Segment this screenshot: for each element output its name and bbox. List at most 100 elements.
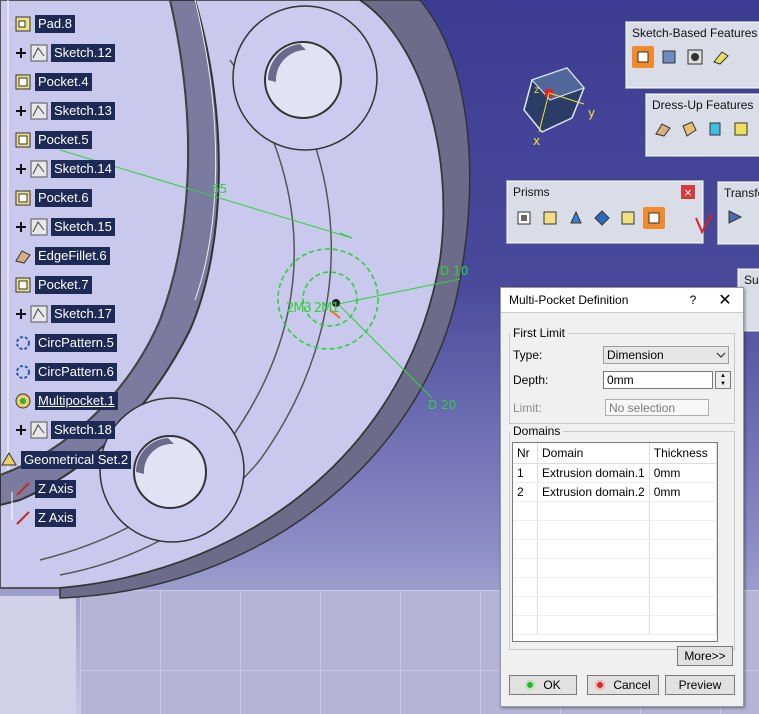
translation-icon[interactable] bbox=[724, 206, 746, 228]
circpattern-icon bbox=[14, 334, 32, 352]
rib-icon[interactable] bbox=[710, 46, 732, 68]
more-button[interactable]: More>> bbox=[677, 646, 733, 666]
domains-header-row: Nr Domain Thickness bbox=[513, 443, 718, 464]
shaft-icon[interactable] bbox=[658, 46, 680, 68]
tree-node[interactable]: Multipocket.1 bbox=[14, 391, 118, 411]
expand-icon[interactable] bbox=[16, 164, 26, 174]
tree-node-label: Sketch.12 bbox=[51, 44, 115, 62]
first-limit-legend: First Limit bbox=[513, 326, 565, 340]
checkmark-annotation-icon bbox=[695, 213, 713, 235]
expand-icon[interactable] bbox=[16, 222, 26, 232]
tree-node[interactable]: Sketch.12 bbox=[16, 43, 115, 63]
hole-icon[interactable] bbox=[684, 46, 706, 68]
expand-icon[interactable] bbox=[16, 309, 26, 319]
tree-node[interactable]: Sketch.18 bbox=[16, 420, 115, 440]
row-domain: Extrusion domain.2 bbox=[537, 482, 650, 502]
depth-label: Depth: bbox=[513, 373, 549, 387]
toolbar-title: Transfo bbox=[724, 186, 759, 200]
ok-button[interactable]: OK bbox=[509, 675, 577, 695]
depth-input[interactable]: 0mm bbox=[603, 371, 713, 389]
drafted-filleted-icon[interactable] bbox=[565, 207, 587, 229]
compass-widget[interactable] bbox=[512, 60, 622, 150]
cancel-button[interactable]: Cancel bbox=[587, 675, 659, 695]
tree-node[interactable]: Pocket.7 bbox=[14, 275, 92, 295]
tree-node[interactable]: Z Axis bbox=[14, 508, 77, 528]
row-domain: Extrusion domain.1 bbox=[537, 463, 650, 483]
domains-table[interactable]: Nr Domain Thickness 1 Extrusion domain.1… bbox=[512, 442, 718, 642]
dialog-titlebar[interactable]: Multi-Pocket Definition ? ✕ bbox=[501, 288, 743, 313]
preview-button[interactable]: Preview bbox=[665, 675, 735, 695]
draft-icon[interactable] bbox=[704, 118, 726, 140]
expand-icon[interactable] bbox=[16, 106, 26, 116]
row-thickness[interactable]: 0mm bbox=[649, 482, 718, 502]
tree-node[interactable]: Sketch.15 bbox=[16, 217, 115, 237]
shell-icon[interactable] bbox=[730, 118, 752, 140]
col-nr[interactable]: Nr bbox=[513, 443, 538, 464]
tree-node-label: Z Axis bbox=[35, 509, 77, 527]
multi-pocket-icon[interactable] bbox=[643, 207, 665, 229]
pad-icon[interactable] bbox=[632, 46, 654, 68]
edge-fillet-icon[interactable] bbox=[652, 118, 674, 140]
specification-tree[interactable]: Pad.8 Sketch.12 Pocket.4 Sketch.13 Pocket.5 S… bbox=[0, 0, 220, 540]
tree-node[interactable]: Pocket.5 bbox=[14, 130, 92, 150]
tree-node-label: Sketch.15 bbox=[51, 218, 115, 236]
sketch-icon bbox=[30, 305, 48, 323]
axis-line-icon bbox=[14, 509, 32, 527]
tree-node[interactable]: CircPattern.5 bbox=[14, 333, 117, 353]
pocket-icon[interactable] bbox=[513, 207, 535, 229]
toolbar-title: Dress-Up Features bbox=[652, 98, 754, 112]
col-domain[interactable]: Domain bbox=[537, 443, 650, 464]
tree-node[interactable]: Z Axis bbox=[14, 479, 77, 499]
multi-pocket-definition-dialog[interactable]: Multi-Pocket Definition ? ✕ First Limit … bbox=[500, 287, 744, 707]
expand-icon[interactable] bbox=[16, 425, 26, 435]
row-thickness[interactable]: 0mm bbox=[649, 463, 718, 483]
table-row[interactable]: 2 Extrusion domain.2 0mm bbox=[513, 482, 718, 502]
toolbar-transformation-features[interactable]: Transfo bbox=[717, 181, 759, 245]
spin-down-icon[interactable]: ▼ bbox=[720, 381, 726, 387]
type-dropdown[interactable]: Dimension bbox=[603, 346, 729, 364]
multi-pad-icon[interactable] bbox=[617, 207, 639, 229]
limit-label: Limit: bbox=[513, 400, 542, 415]
3d-viewport[interactable]: D 10 D 20 55 2M3 2M1 y x z Pad.8 Sketch.1… bbox=[0, 0, 759, 714]
expand-icon[interactable] bbox=[16, 48, 26, 58]
col-thickness[interactable]: Thickness bbox=[649, 443, 718, 464]
spin-up-icon[interactable]: ▲ bbox=[720, 373, 726, 379]
chamfer-icon[interactable] bbox=[678, 118, 700, 140]
ok-icon bbox=[525, 680, 536, 690]
sketch-constraint-label: 2M3 2M1 bbox=[286, 301, 340, 316]
tree-node-label: Multipocket.1 bbox=[35, 392, 118, 410]
cancel-label: Cancel bbox=[613, 678, 651, 692]
sketch-icon bbox=[30, 44, 48, 62]
toolbar-sketch-based-features[interactable]: Sketch-Based Features bbox=[625, 21, 759, 89]
help-button[interactable]: ? bbox=[679, 293, 707, 307]
close-button[interactable]: ✕ bbox=[707, 290, 743, 310]
sketch-icon bbox=[30, 102, 48, 120]
tree-node-label: CircPattern.6 bbox=[35, 363, 117, 381]
tree-node[interactable]: Sketch.17 bbox=[16, 304, 115, 324]
tree-node-label: Pocket.4 bbox=[35, 73, 92, 91]
drafted-pocket-icon[interactable] bbox=[539, 207, 561, 229]
tree-node[interactable]: Pocket.6 bbox=[14, 188, 92, 208]
tree-node[interactable]: Pocket.4 bbox=[14, 72, 92, 92]
depth-spinner[interactable]: ▲ ▼ bbox=[715, 371, 731, 389]
row-nr: 1 bbox=[513, 463, 538, 483]
tree-node[interactable]: Sketch.13 bbox=[16, 101, 115, 121]
tree-node[interactable]: EdgeFillet.6 bbox=[14, 246, 110, 266]
toolbar-title: Prisms bbox=[513, 185, 550, 199]
sketch-icon bbox=[30, 421, 48, 439]
drafted-filleted-pocket-icon[interactable] bbox=[591, 207, 613, 229]
tree-node[interactable]: CircPattern.6 bbox=[14, 362, 117, 382]
dimension-d10[interactable]: D 10 bbox=[440, 264, 468, 278]
pocket-icon bbox=[14, 276, 32, 294]
tree-node[interactable]: Sketch.14 bbox=[16, 159, 115, 179]
tree-node[interactable]: Pad.8 bbox=[14, 14, 75, 34]
toolbar-prisms[interactable]: Prisms × bbox=[506, 180, 704, 244]
tree-node[interactable]: Geometrical Set.2 bbox=[0, 450, 132, 470]
table-row[interactable]: 1 Extrusion domain.1 0mm bbox=[513, 463, 718, 483]
dimension-d20[interactable]: D 20 bbox=[428, 398, 456, 412]
close-icon[interactable]: × bbox=[681, 185, 695, 199]
toolbar-dress-up-features[interactable]: Dress-Up Features bbox=[645, 93, 759, 157]
compass-x-label: x bbox=[533, 134, 541, 148]
pocket-icon bbox=[14, 189, 32, 207]
tree-node-label: CircPattern.5 bbox=[35, 334, 117, 352]
